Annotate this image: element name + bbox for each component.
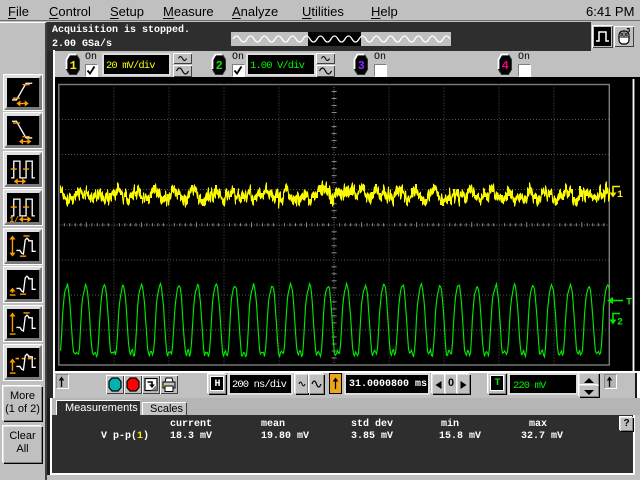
svg-text:4: 4 — [501, 59, 508, 73]
svg-text:1/: 1/ — [9, 216, 19, 222]
svg-text:2: 2 — [216, 59, 223, 73]
svg-text:3: 3 — [358, 59, 365, 73]
svg-text:1: 1 — [617, 190, 623, 201]
svg-text:1: 1 — [70, 59, 77, 73]
svg-text:2: 2 — [617, 317, 623, 328]
svg-text:T: T — [626, 297, 632, 308]
